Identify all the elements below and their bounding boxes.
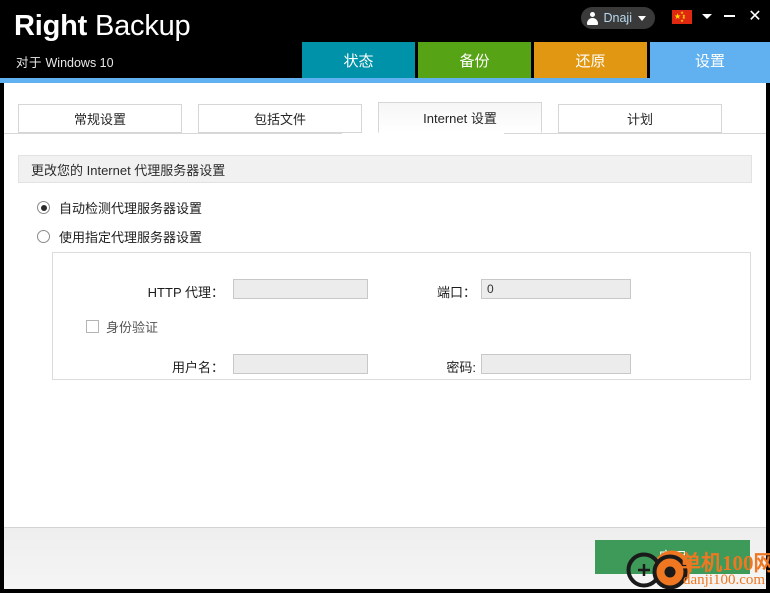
user-account-button[interactable]: Dnaji bbox=[580, 7, 655, 29]
brand-bold-text: Right bbox=[14, 10, 88, 42]
minimize-icon bbox=[723, 15, 735, 17]
subtitle-os: Windows 10 bbox=[42, 56, 114, 70]
authentication-checkbox-label: 身份验证 bbox=[106, 320, 159, 335]
username-label: 用户名： bbox=[171, 360, 224, 375]
language-flag-button[interactable]: ★ ★ ★ ★ ★ bbox=[672, 10, 692, 24]
tab-status[interactable]: 状态 bbox=[302, 42, 415, 78]
footer-bar: 应用 bbox=[4, 527, 766, 589]
tab-status-label: 状态 bbox=[343, 52, 374, 70]
radio-auto-detect-proxy[interactable]: 自动检测代理服务器设置 bbox=[37, 198, 202, 217]
user-name-label: Dnaji bbox=[603, 10, 633, 25]
radio-manual-proxy-indicator bbox=[37, 230, 50, 243]
china-flag-icon: ★ ★ ★ ★ ★ bbox=[672, 10, 692, 24]
main-tab-bar: 状态 备份 还原 设置 bbox=[302, 42, 770, 78]
password-input[interactable] bbox=[481, 354, 631, 374]
title-bar: Right Backup 对于 Windows 10 Dnaji ★ ★ ★ ★… bbox=[0, 0, 770, 78]
authentication-checkbox[interactable]: 身份验证 bbox=[86, 317, 158, 336]
username-input[interactable] bbox=[233, 354, 368, 374]
tab-settings[interactable]: 设置 bbox=[650, 42, 770, 78]
person-icon bbox=[587, 12, 599, 26]
tab-settings-label: 设置 bbox=[694, 52, 725, 70]
language-chevron-down-icon[interactable] bbox=[702, 14, 712, 19]
app-subtitle: 对于 Windows 10 bbox=[16, 52, 114, 71]
tab-restore-label: 还原 bbox=[575, 52, 606, 70]
subtab-schedule[interactable]: 计划 bbox=[558, 104, 722, 133]
port-input[interactable] bbox=[481, 279, 631, 299]
http-proxy-input[interactable] bbox=[233, 279, 368, 299]
password-label: 密码: bbox=[446, 360, 476, 375]
radio-auto-detect-proxy-indicator bbox=[37, 201, 50, 214]
subtab-general-settings[interactable]: 常规设置 bbox=[18, 104, 182, 133]
tab-backup[interactable]: 备份 bbox=[418, 42, 531, 78]
minimize-button[interactable] bbox=[716, 4, 742, 28]
close-icon: ✕ bbox=[748, 8, 762, 25]
apply-button[interactable]: 应用 bbox=[595, 540, 750, 574]
chevron-down-icon bbox=[638, 15, 646, 21]
app-window: Right Backup 对于 Windows 10 Dnaji ★ ★ ★ ★… bbox=[0, 0, 770, 593]
section-header-label: 更改您的 Internet 代理服务器设置 bbox=[31, 162, 226, 178]
subtab-general-settings-label: 常规设置 bbox=[73, 112, 126, 127]
content-area: 常规设置 包括文件 Internet 设置 计划 更改您的 Internet 代… bbox=[4, 83, 766, 588]
subtab-include-files[interactable]: 包括文件 bbox=[198, 104, 362, 133]
proxy-settings-panel: HTTP 代理： 端口： 身份验证 用户名： 密码: bbox=[52, 252, 751, 380]
port-label: 端口： bbox=[436, 285, 476, 300]
sub-tab-bar: 常规设置 包括文件 Internet 设置 计划 bbox=[18, 102, 738, 133]
brand-light-text: Backup bbox=[87, 10, 191, 42]
tab-restore[interactable]: 还原 bbox=[534, 42, 647, 78]
app-brand: Right Backup bbox=[14, 10, 191, 43]
subtab-internet-settings[interactable]: Internet 设置 bbox=[378, 102, 542, 133]
radio-manual-proxy-label: 使用指定代理服务器设置 bbox=[59, 230, 203, 245]
radio-manual-proxy[interactable]: 使用指定代理服务器设置 bbox=[37, 227, 202, 246]
subtab-schedule-label: 计划 bbox=[626, 112, 653, 127]
subtab-internet-settings-label: Internet 设置 bbox=[423, 111, 497, 126]
checkbox-indicator bbox=[86, 320, 99, 333]
subtitle-prefix: 对于 bbox=[16, 56, 43, 70]
section-header: 更改您的 Internet 代理服务器设置 bbox=[18, 155, 752, 183]
subtab-include-files-label: 包括文件 bbox=[253, 112, 306, 127]
active-subtab-mask bbox=[342, 133, 504, 134]
close-button[interactable]: ✕ bbox=[742, 4, 768, 28]
tab-backup-label: 备份 bbox=[459, 52, 490, 70]
http-proxy-label: HTTP 代理： bbox=[147, 285, 224, 300]
radio-auto-detect-proxy-label: 自动检测代理服务器设置 bbox=[59, 201, 203, 216]
